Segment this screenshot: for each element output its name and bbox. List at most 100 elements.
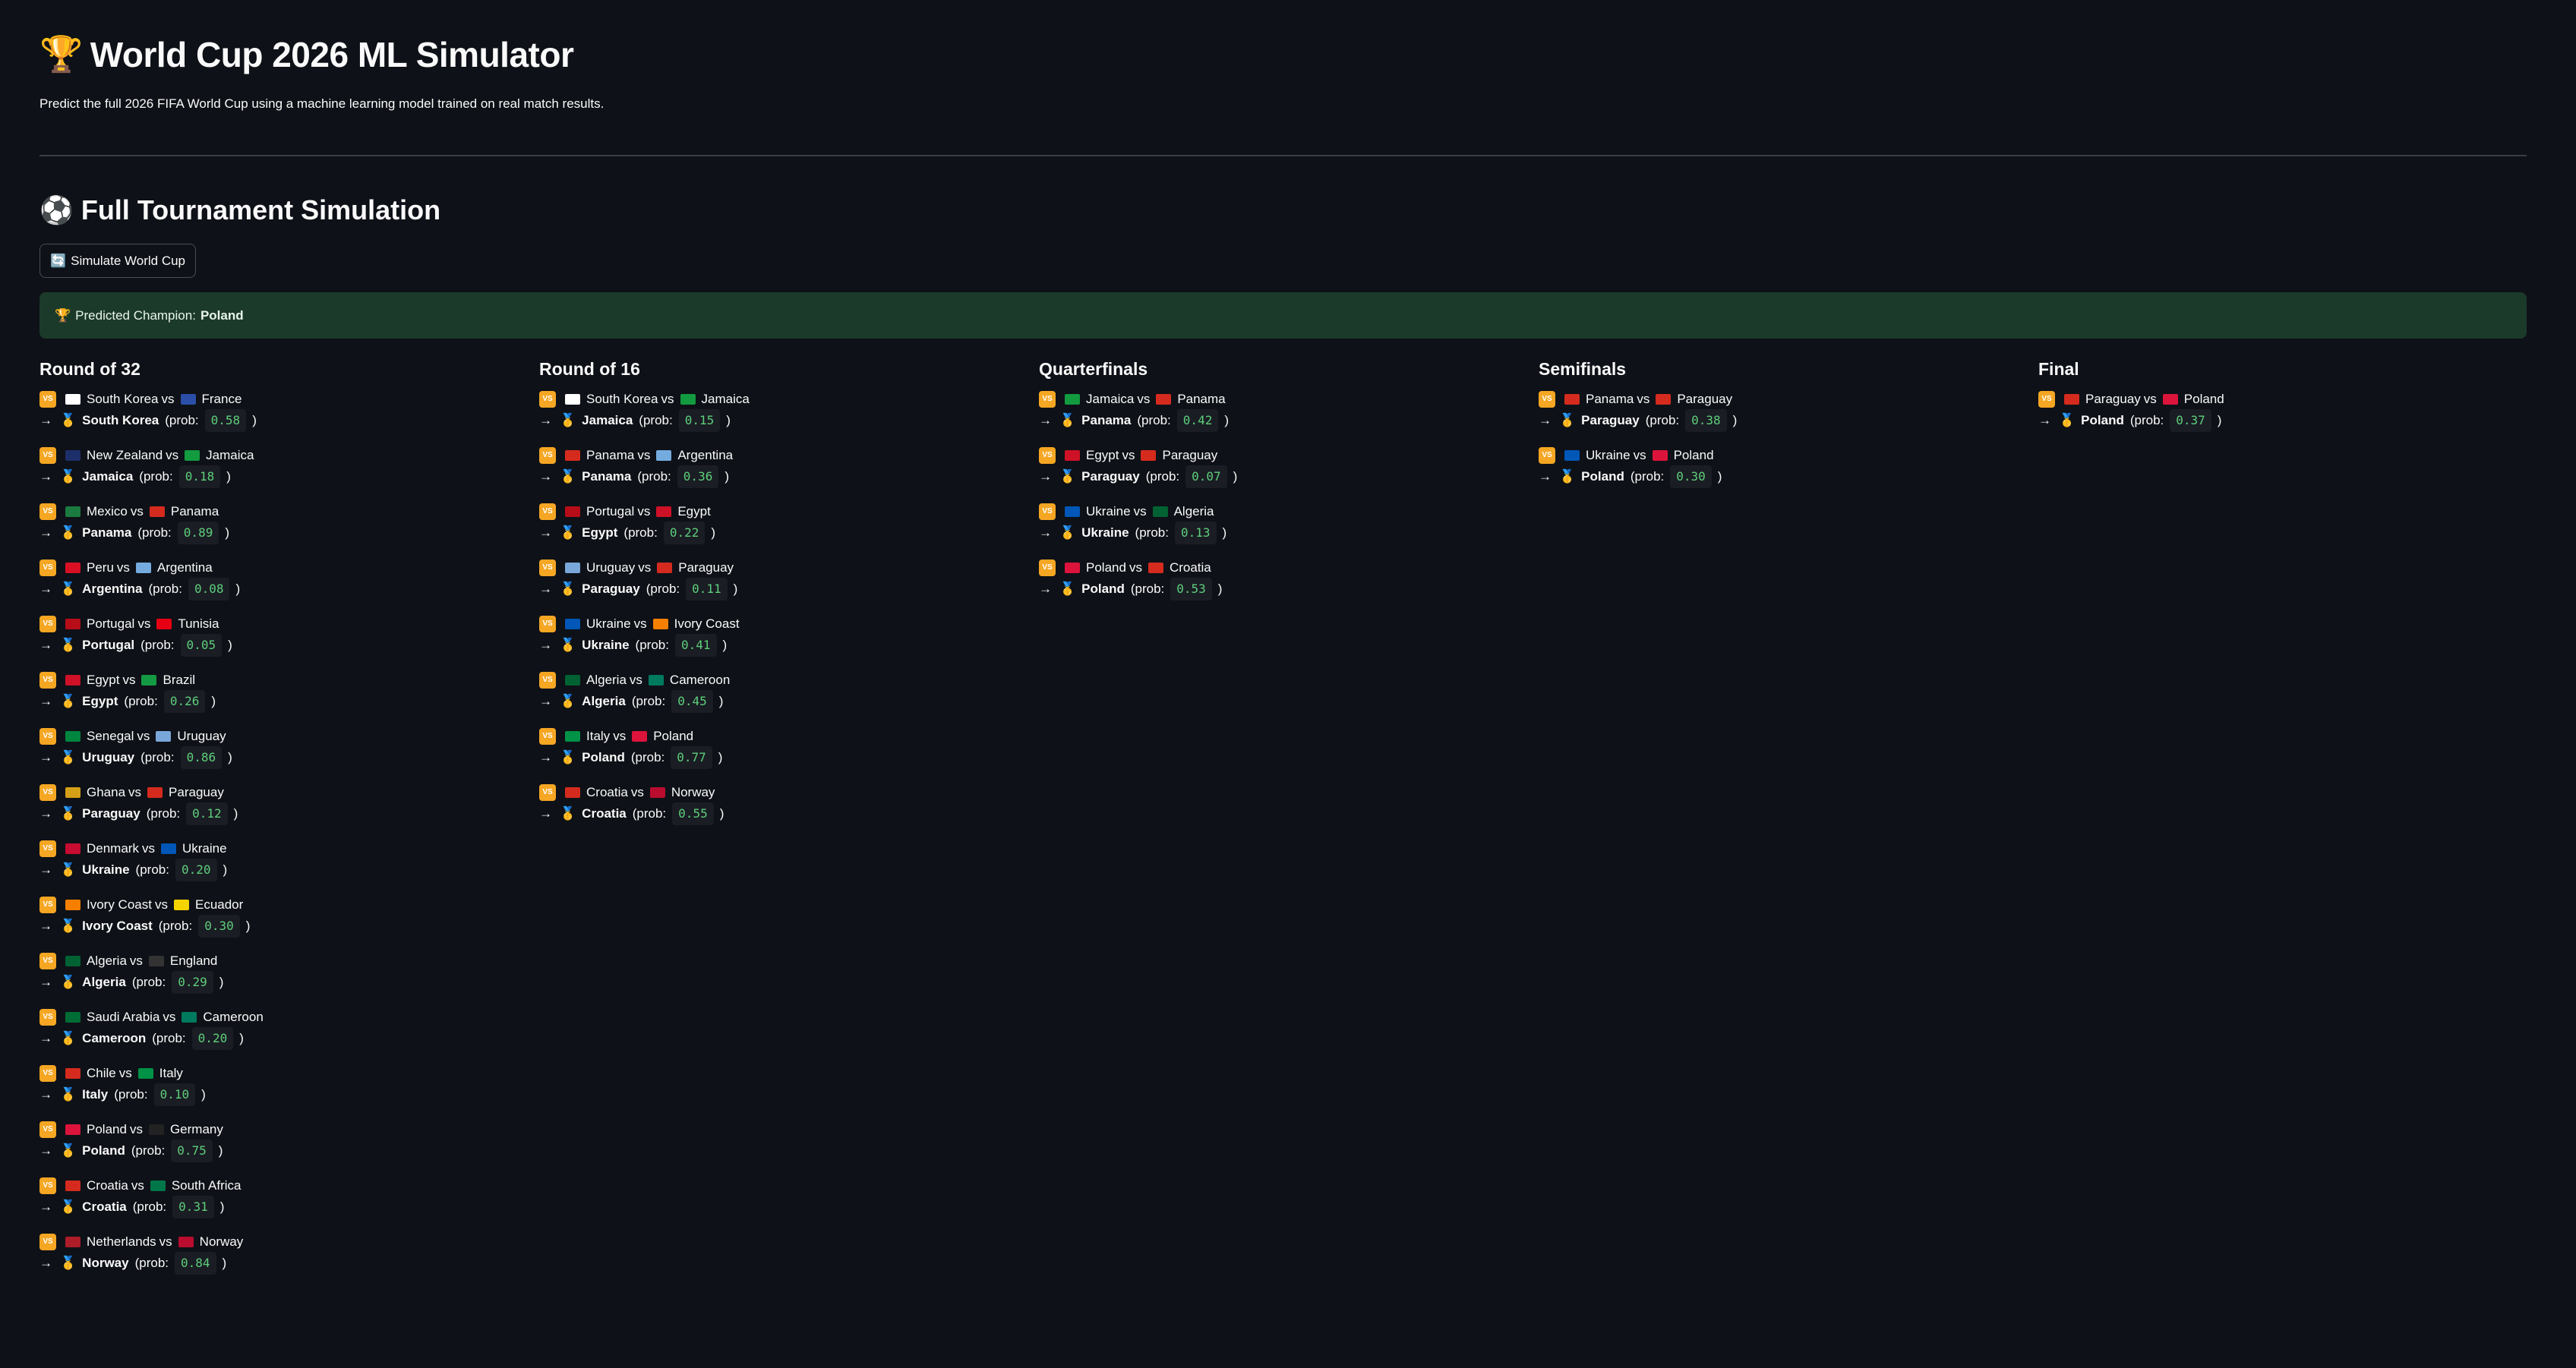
- flag-icon: [65, 506, 80, 517]
- winner-name: Italy: [82, 1087, 109, 1102]
- match-item: VS New Zealand vs Jamaica → 🥇 Jamaica (prob: 0.1…: [39, 445, 539, 501]
- away-team: Ukraine: [182, 841, 227, 856]
- vs-label: vs: [1129, 560, 1142, 575]
- flag-icon: [1652, 450, 1668, 461]
- winner-name: Uruguay: [82, 750, 135, 764]
- prob-label: (prob:: [631, 694, 666, 708]
- match-item: VS Uruguay vs Paraguay → 🥇 Paraguay (prob: 0.11): [539, 557, 1039, 613]
- prob-value: 0.08: [188, 578, 230, 600]
- winner-name: Paraguay: [582, 582, 640, 596]
- round-column: Semifinals VS Panama vs Paraguay → 🥇 Paraguay (p…: [1539, 357, 2038, 1288]
- champion-label: Predicted Champion:: [75, 307, 196, 323]
- prob-label: (prob:: [140, 638, 175, 652]
- arrow-right-icon: →: [39, 413, 52, 427]
- flag-icon: [565, 731, 580, 742]
- away-team: Paraguay: [1162, 448, 1218, 462]
- arrow-right-icon: →: [539, 469, 552, 484]
- arrow-right-icon: →: [1039, 413, 1052, 427]
- match-teams: VS Portugal vs Egypt: [539, 501, 1039, 522]
- away-team: Poland: [653, 729, 694, 743]
- champion-name: Poland: [200, 307, 244, 323]
- vs-label: vs: [613, 729, 627, 743]
- flag-icon: [65, 956, 80, 966]
- flag-icon: [1141, 450, 1157, 461]
- away-team: Cameroon: [203, 1010, 264, 1024]
- vs-icon: VS: [39, 728, 56, 745]
- medal-icon: 🥇: [560, 750, 576, 764]
- arrow-right-icon: →: [539, 525, 552, 540]
- prob-value: 0.86: [180, 746, 223, 769]
- flag-icon: [65, 1124, 80, 1135]
- match-result: → 🥇 Uruguay (prob: 0.86): [39, 746, 539, 769]
- arrow-right-icon: →: [539, 582, 552, 596]
- arrow-right-icon: →: [1039, 525, 1052, 540]
- medal-icon: 🥇: [60, 582, 77, 596]
- match-item: VS South Korea vs Jamaica → 🥇 Jamaica (prob: 0.1…: [539, 389, 1039, 445]
- prob-value: 0.41: [674, 634, 717, 657]
- flag-icon: [565, 675, 580, 686]
- vs-label: vs: [629, 673, 642, 687]
- match-result: → 🥇 Ukraine (prob: 0.41): [539, 634, 1039, 657]
- match-item: VS Ghana vs Paraguay → 🥇 Paraguay (prob: 0.12): [39, 782, 539, 838]
- prob-label: (prob:: [132, 1199, 167, 1214]
- match-item: VS Algeria vs Cameroon → 🥇 Algeria (prob: 0.45): [539, 670, 1039, 726]
- match-item: VS Portugal vs Egypt → 🥇 Egypt (prob: 0.22): [539, 501, 1039, 557]
- prob-value: 0.58: [204, 409, 247, 432]
- prob-label: (prob:: [623, 525, 658, 540]
- prob-value: 0.05: [180, 634, 223, 657]
- vs-icon: VS: [39, 391, 56, 408]
- flag-icon: [1156, 394, 1172, 405]
- match-teams: VS Panama vs Paraguay: [1539, 389, 2038, 410]
- medal-icon: 🥇: [60, 1031, 77, 1045]
- prob-close: ): [211, 694, 216, 708]
- flag-icon: [148, 956, 164, 966]
- prob-close: ): [201, 1087, 206, 1102]
- flag-icon: [173, 900, 189, 910]
- away-team: Croatia: [1169, 560, 1211, 575]
- prob-label: (prob:: [124, 694, 158, 708]
- flag-icon: [65, 1012, 80, 1023]
- home-team: Italy: [586, 729, 611, 743]
- flag-icon: [65, 900, 80, 910]
- vs-icon: VS: [39, 897, 56, 913]
- winner-name: Jamaica: [582, 413, 633, 427]
- prob-value: 0.20: [191, 1027, 234, 1050]
- match-teams: VS South Korea vs France: [39, 389, 539, 410]
- flag-icon: [65, 1237, 80, 1247]
- flag-icon: [648, 675, 664, 686]
- match-result: → 🥇 South Korea (prob: 0.58): [39, 409, 539, 432]
- flag-icon: [65, 394, 80, 405]
- match-teams: VS Paraguay vs Poland: [2038, 389, 2538, 410]
- match-teams: VS Chile vs Italy: [39, 1063, 539, 1084]
- vs-label: vs: [637, 448, 651, 462]
- match-item: VS Algeria vs England → 🥇 Algeria (prob: 0.29): [39, 950, 539, 1007]
- bracket-columns: Round of 32 VS South Korea vs France → 🥇 South …: [39, 357, 2527, 1288]
- vs-icon: VS: [39, 840, 56, 857]
- match-item: VS Jamaica vs Panama → 🥇 Panama (prob: 0.42): [1039, 389, 1539, 445]
- vs-label: vs: [129, 1122, 143, 1136]
- simulate-world-cup-button[interactable]: 🔄 Simulate World Cup: [39, 244, 196, 278]
- vs-icon: VS: [39, 672, 56, 689]
- vs-label: vs: [1133, 504, 1147, 519]
- prob-close: ): [719, 806, 724, 821]
- prob-label: (prob:: [1145, 469, 1180, 484]
- prob-label: (prob:: [158, 919, 193, 933]
- match-item: VS Paraguay vs Poland → 🥇 Poland (prob: 0.37): [2038, 389, 2538, 445]
- winner-name: Panama: [1081, 413, 1132, 427]
- arrow-right-icon: →: [39, 1256, 52, 1270]
- match-result: → 🥇 Italy (prob: 0.10): [39, 1083, 539, 1106]
- prob-value: 0.18: [178, 465, 221, 488]
- winner-name: Paraguay: [1081, 469, 1140, 484]
- medal-icon: 🥇: [560, 694, 576, 708]
- prob-close: ): [1222, 525, 1227, 540]
- arrow-right-icon: →: [39, 806, 52, 821]
- vs-label: vs: [1637, 392, 1650, 406]
- match-teams: VS South Korea vs Jamaica: [539, 389, 1039, 410]
- match-teams: VS Ghana vs Paraguay: [39, 782, 539, 803]
- match-teams: VS Egypt vs Paraguay: [1039, 445, 1539, 466]
- match-result: → 🥇 Paraguay (prob: 0.12): [39, 802, 539, 825]
- match-result: → 🥇 Jamaica (prob: 0.15): [539, 409, 1039, 432]
- home-team: Ghana: [87, 785, 126, 799]
- flag-icon: [156, 731, 172, 742]
- match-item: VS Egypt vs Brazil → 🥇 Egypt (prob: 0.26): [39, 670, 539, 726]
